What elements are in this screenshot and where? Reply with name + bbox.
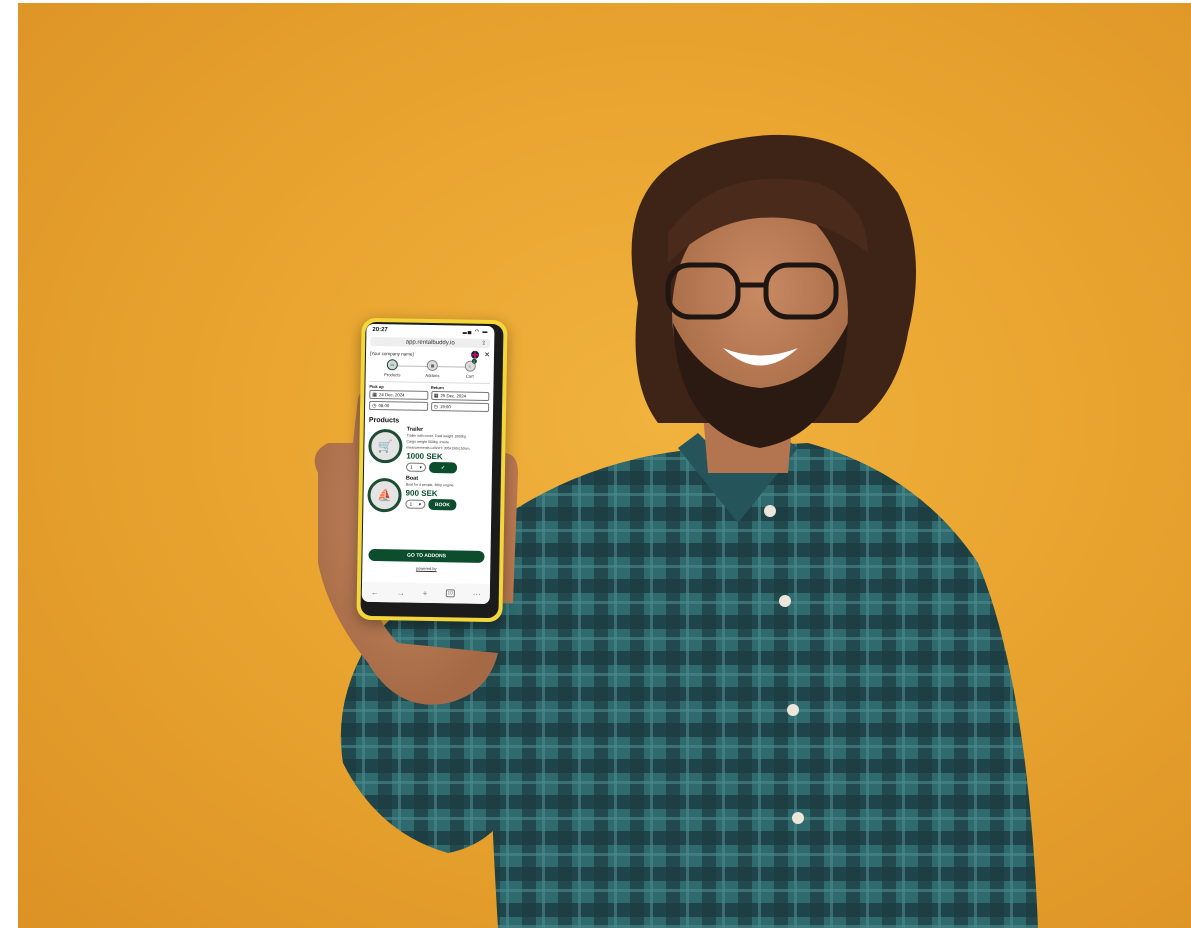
return-time-field[interactable]: ◷ 19:00 xyxy=(430,401,490,412)
product-card: 🛒 Trailer Trailer with cover. Total weig… xyxy=(364,426,493,474)
return-date-field[interactable]: ▦ 25 Dec. 2024 xyxy=(430,390,490,401)
pickup-time-field[interactable]: ◷ 08:00 xyxy=(369,400,428,411)
pickup-date-value: 24 Dec. 2024 xyxy=(378,392,405,398)
signal-wifi-battery-icon: ▂▄ ◠ ▬ xyxy=(462,328,489,335)
chevron-down-icon: ▾ xyxy=(419,464,422,470)
person-photo xyxy=(314,134,1038,928)
chevron-down-icon: ▾ xyxy=(418,501,422,507)
product-price: 900 SEK xyxy=(405,488,438,499)
phone-screen: 20:27 ▂▄ ◠ ▬ app.rentalbuddy.io ⇪ [Your … xyxy=(361,323,495,605)
book-button[interactable]: BOOK xyxy=(428,498,457,511)
addons-icon: ▦ xyxy=(426,359,439,372)
new-tab-icon[interactable]: + xyxy=(423,588,428,597)
qty-value: 1 xyxy=(410,464,413,470)
url-text: app.rentalbuddy.io xyxy=(405,339,455,346)
quantity-select[interactable]: 1 ▾ xyxy=(405,499,426,509)
browser-toolbar: ← → + 10 ⋯ xyxy=(361,581,491,605)
added-checkmark-button[interactable]: ✓ xyxy=(428,461,458,474)
return-label: Return xyxy=(430,384,444,391)
quantity-select[interactable]: 1 ▾ xyxy=(405,462,427,472)
qty-value: 1 xyxy=(409,501,413,507)
step-progress: ▭ Products ▦ Addons ⌂ 1 Cart xyxy=(366,358,494,383)
product-card: ⛵ Boat Boat for 4 people, 30hp engine 90… xyxy=(363,475,492,514)
boat-image-icon: ⛵ xyxy=(367,477,402,513)
pickup-time-value: 08:00 xyxy=(378,403,390,409)
tabs-count-icon[interactable]: 10 xyxy=(445,589,455,598)
share-icon[interactable]: ⇪ xyxy=(481,340,486,347)
step-label: Addons xyxy=(425,372,440,379)
calendar-icon: ▦ xyxy=(433,392,439,399)
step-products[interactable]: ▭ Products xyxy=(384,359,401,377)
close-icon[interactable]: ✕ xyxy=(484,351,490,359)
pickup-date-field[interactable]: ▦ 24 Dec. 2024 xyxy=(369,389,428,400)
language-flag-icon[interactable] xyxy=(471,350,480,359)
phone-device: 20:27 ▂▄ ◠ ▬ app.rentalbuddy.io ⇪ [Your … xyxy=(356,317,508,623)
more-menu-icon[interactable]: ⋯ xyxy=(473,589,481,598)
company-name: [Your company name] xyxy=(369,350,414,357)
trailer-image-icon: 🛒 xyxy=(368,428,403,464)
step-addons[interactable]: ▦ Addons xyxy=(425,359,440,379)
clock-icon: ◷ xyxy=(433,403,439,410)
clock-icon: ◷ xyxy=(372,402,377,409)
status-bar: 20:27 ▂▄ ◠ ▬ xyxy=(366,324,494,338)
shirt-shape xyxy=(468,443,1038,928)
return-date-value: 25 Dec. 2024 xyxy=(440,393,467,399)
booking-dates: Pick up ▦ 24 Dec. 2024 ◷ 08:00 Return ▦ 25 … xyxy=(365,382,494,416)
product-price: 1000 SEK xyxy=(406,451,443,462)
status-time: 20:27 xyxy=(372,326,388,334)
step-label: Cart xyxy=(465,373,474,379)
back-arrow-icon[interactable]: ← xyxy=(371,587,379,596)
return-time-value: 19:00 xyxy=(439,404,451,410)
forward-arrow-icon[interactable]: → xyxy=(397,588,405,597)
pickup-label: Pick up xyxy=(369,383,384,390)
photo-scene: 20:27 ▂▄ ◠ ▬ app.rentalbuddy.io ⇪ [Your … xyxy=(18,3,1191,928)
go-to-addons-button[interactable]: GO TO ADDONS xyxy=(368,548,485,563)
cart-count-badge: 1 xyxy=(471,358,477,364)
calendar-icon: ▦ xyxy=(372,391,378,398)
powered-by-link[interactable]: powered by xyxy=(362,565,490,572)
step-label: Products xyxy=(383,372,401,378)
step-cart[interactable]: ⌂ 1 Cart xyxy=(464,358,477,379)
trailer-icon: ▭ xyxy=(386,359,399,371)
